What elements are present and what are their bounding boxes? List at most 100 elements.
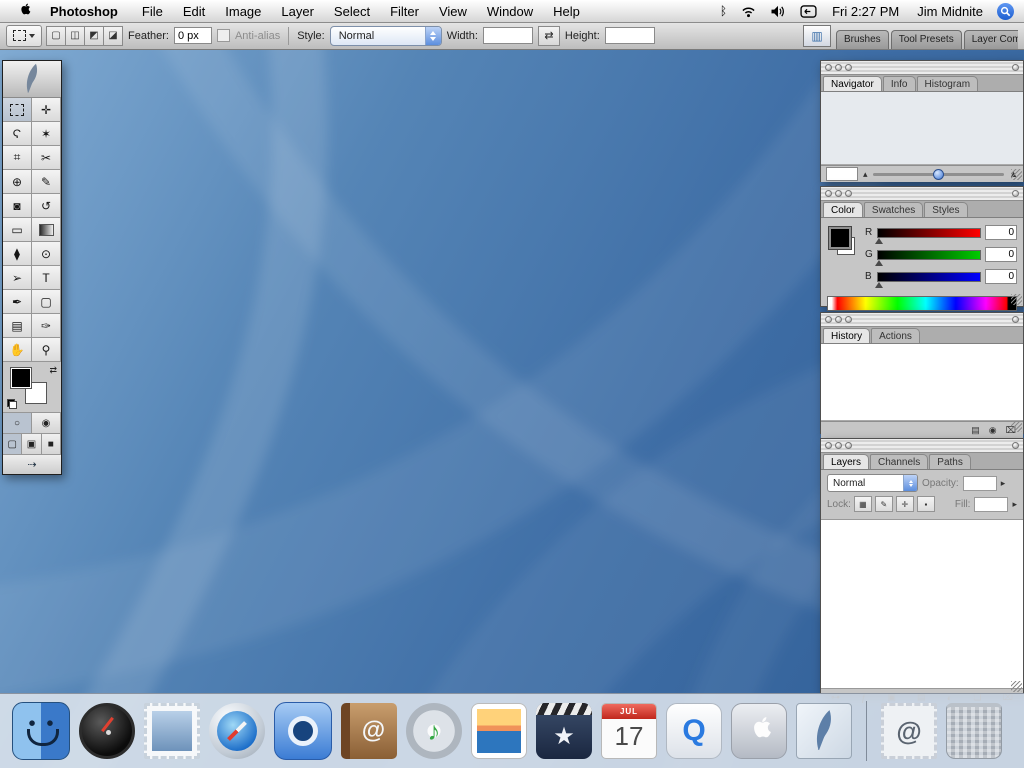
- tool-pen[interactable]: ✒: [3, 290, 32, 314]
- lock-transparency-button[interactable]: ▦: [854, 496, 872, 512]
- antialias-checkbox[interactable]: [217, 29, 230, 42]
- well-tab-tool-presets[interactable]: Tool Presets: [891, 30, 962, 49]
- new-snapshot-button[interactable]: ◉: [987, 425, 999, 436]
- well-tab-brushes[interactable]: Brushes: [836, 30, 889, 49]
- blue-value-input[interactable]: [985, 269, 1017, 284]
- tab-info[interactable]: Info: [883, 76, 916, 91]
- app-menu-photoshop[interactable]: Photoshop: [40, 0, 132, 22]
- zoom-slider[interactable]: [873, 173, 1005, 176]
- history-titlebar[interactable]: [821, 313, 1023, 327]
- collapse-button[interactable]: [1012, 442, 1019, 449]
- tool-eraser[interactable]: ▭: [3, 218, 32, 242]
- dock-item-itunes[interactable]: ♪: [406, 703, 462, 759]
- zoom-out-icon[interactable]: ▴: [863, 169, 868, 180]
- dock-item-imovie[interactable]: ★: [536, 703, 592, 759]
- bluetooth-menu[interactable]: ᛒ: [713, 4, 734, 18]
- menu-window[interactable]: Window: [477, 0, 543, 22]
- fill-field[interactable]: [974, 497, 1008, 512]
- tool-magic-wand[interactable]: ✶: [32, 122, 61, 146]
- opacity-field[interactable]: [963, 476, 997, 491]
- resize-handle[interactable]: [1011, 294, 1022, 305]
- lock-all-button[interactable]: ▪: [917, 496, 935, 512]
- tool-type[interactable]: T: [32, 266, 61, 290]
- history-list[interactable]: [821, 344, 1023, 421]
- tool-gradient[interactable]: [32, 218, 61, 242]
- clock-menu[interactable]: Fri 2:27 PM: [824, 0, 907, 22]
- dock-item-address-book[interactable]: @: [341, 703, 397, 759]
- selection-mode-intersect-button[interactable]: ◪: [103, 26, 123, 46]
- tool-dodge[interactable]: ⊙: [32, 242, 61, 266]
- red-slider[interactable]: [877, 228, 981, 238]
- dock-item-quicktime[interactable]: Q: [666, 703, 722, 759]
- apple-menu[interactable]: [10, 0, 40, 22]
- collapse-button[interactable]: [1012, 190, 1019, 197]
- style-dropdown[interactable]: Normal: [330, 26, 442, 46]
- dock-item-photoshop[interactable]: [796, 703, 852, 759]
- toolbox-titlebar[interactable]: [3, 61, 61, 98]
- layers-list[interactable]: [821, 519, 1023, 689]
- window-buttons[interactable]: [825, 442, 852, 449]
- tab-layers[interactable]: Layers: [823, 454, 869, 469]
- tool-crop[interactable]: ⌗: [3, 146, 32, 170]
- menu-view[interactable]: View: [429, 0, 477, 22]
- lock-position-button[interactable]: ✛: [896, 496, 914, 512]
- user-switch-menu[interactable]: Jim Midnite: [907, 0, 993, 22]
- tab-channels[interactable]: Channels: [870, 454, 928, 469]
- fullscreen-button[interactable]: ■: [42, 434, 61, 455]
- tool-rectangular-marquee[interactable]: [3, 98, 32, 122]
- red-slider-thumb[interactable]: [875, 238, 883, 244]
- tool-brush[interactable]: ✎: [32, 170, 61, 194]
- tool-zoom[interactable]: ⚲: [32, 338, 61, 362]
- tool-healing-brush[interactable]: ⊕: [3, 170, 32, 194]
- fill-arrow-icon[interactable]: ▸: [1012, 499, 1017, 510]
- dock-item-ical[interactable]: JUL 17: [601, 703, 657, 759]
- tab-paths[interactable]: Paths: [929, 454, 971, 469]
- well-tab-layer-comps[interactable]: Layer Comps: [964, 30, 1018, 49]
- feather-input[interactable]: [174, 27, 212, 44]
- collapse-button[interactable]: [1012, 64, 1019, 71]
- tab-actions[interactable]: Actions: [871, 328, 920, 343]
- tab-swatches[interactable]: Swatches: [864, 202, 923, 217]
- blue-slider[interactable]: [877, 272, 981, 282]
- red-value-input[interactable]: [985, 225, 1017, 240]
- tool-lasso[interactable]: Ϛ: [3, 122, 32, 146]
- tool-blur[interactable]: ⧫: [3, 242, 32, 266]
- window-buttons[interactable]: [825, 316, 852, 323]
- menu-edit[interactable]: Edit: [173, 0, 215, 22]
- tool-eyedropper[interactable]: ✑: [32, 314, 61, 338]
- menu-help[interactable]: Help: [543, 0, 590, 22]
- selection-mode-subtract-button[interactable]: ◩: [84, 26, 104, 46]
- menu-filter[interactable]: Filter: [380, 0, 429, 22]
- lock-pixels-button[interactable]: ✎: [875, 496, 893, 512]
- selection-mode-add-button[interactable]: ◫: [65, 26, 85, 46]
- tab-histogram[interactable]: Histogram: [917, 76, 979, 91]
- color-ramp[interactable]: [827, 296, 1017, 311]
- search-menu[interactable]: [997, 3, 1014, 20]
- dock-item-trash[interactable]: [946, 703, 1002, 759]
- dock-item-apple[interactable]: [731, 703, 787, 759]
- green-slider[interactable]: [877, 250, 981, 260]
- green-value-input[interactable]: [985, 247, 1017, 262]
- swap-dimensions-button[interactable]: ⇄: [538, 26, 560, 46]
- swap-colors-icon[interactable]: ⇄: [49, 365, 57, 376]
- blue-slider-thumb[interactable]: [875, 282, 883, 288]
- fullscreen-menubar-button[interactable]: ▣: [22, 434, 41, 455]
- color-titlebar[interactable]: [821, 187, 1023, 201]
- default-colors-icon[interactable]: [7, 399, 17, 409]
- tab-navigator[interactable]: Navigator: [823, 76, 882, 91]
- displays-menu[interactable]: [793, 5, 824, 18]
- foreground-color-swatch[interactable]: [829, 227, 851, 249]
- dock-item-at-stamp[interactable]: @: [881, 703, 937, 759]
- quick-mask-mode-button[interactable]: ◉: [32, 413, 61, 434]
- volume-menu[interactable]: [763, 5, 793, 18]
- zoom-slider-thumb[interactable]: [933, 169, 944, 180]
- menu-select[interactable]: Select: [324, 0, 380, 22]
- green-slider-thumb[interactable]: [875, 260, 883, 266]
- navigator-titlebar[interactable]: [821, 61, 1023, 75]
- collapse-button[interactable]: [1012, 316, 1019, 323]
- tool-hand[interactable]: ✋: [3, 338, 32, 362]
- new-document-from-state-button[interactable]: ▤: [969, 425, 982, 436]
- dock-item-safari[interactable]: [209, 703, 265, 759]
- dock-item-finder[interactable]: [12, 702, 70, 760]
- selection-mode-new-button[interactable]: ▢: [46, 26, 66, 46]
